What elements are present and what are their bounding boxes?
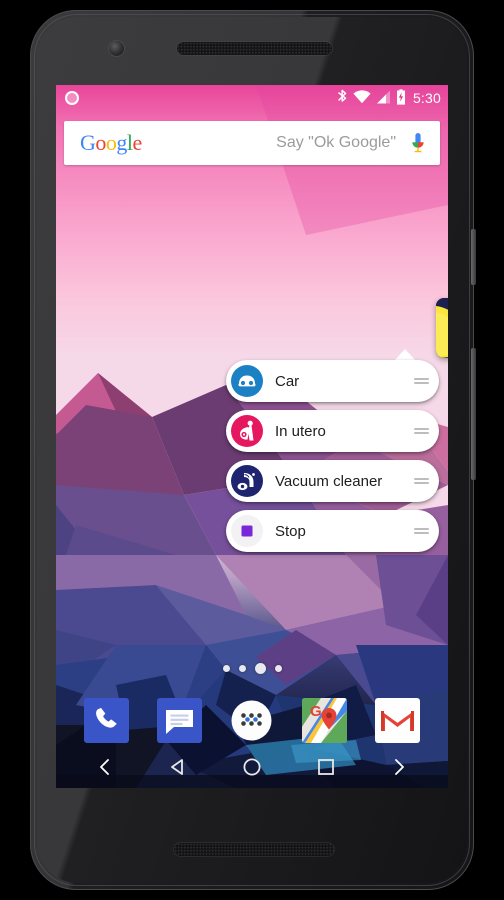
google-logo-letter-6: e <box>132 130 143 155</box>
svg-text:G: G <box>310 703 322 720</box>
microphone-icon[interactable] <box>408 131 428 155</box>
android-nav-bar <box>56 746 448 788</box>
battery-charging-icon <box>396 88 406 108</box>
messages-app-icon[interactable] <box>156 697 203 744</box>
prev-chevron-icon[interactable] <box>84 746 126 788</box>
maps-app-icon[interactable]: G <box>301 697 348 744</box>
front-camera-icon <box>109 41 124 56</box>
google-logo-letter-2: o <box>95 130 106 155</box>
next-chevron-icon[interactable] <box>378 746 420 788</box>
search-input-placeholder[interactable]: Say "Ok Google" <box>276 134 408 152</box>
volume-rocker-button[interactable] <box>471 348 476 480</box>
menu-item-in-utero[interactable]: In utero <box>226 410 439 452</box>
cell-signal-icon <box>376 90 391 107</box>
status-bar: 5:30 <box>56 85 448 111</box>
power-button[interactable] <box>471 229 476 285</box>
google-logo-letter-4: g <box>116 130 127 155</box>
car-icon <box>231 365 263 397</box>
earpiece-speaker-grille <box>177 42 332 55</box>
bottom-speaker-grille <box>174 843 334 856</box>
menu-item-label: Stop <box>275 522 306 540</box>
status-bar-clock: 5:30 <box>412 90 441 106</box>
recents-button-icon[interactable] <box>305 746 347 788</box>
drag-handle-icon[interactable] <box>414 425 429 437</box>
bluetooth-icon <box>337 89 348 108</box>
screenshot-root: 5:30 G o o g l e Say "Ok Google" Car In … <box>0 0 504 900</box>
google-logo: G o o g l e <box>80 132 142 154</box>
menu-item-vacuum-cleaner[interactable]: Vacuum cleaner <box>226 460 439 502</box>
menu-item-label: Car <box>275 372 300 390</box>
vacuum-cleaner-icon <box>231 465 263 497</box>
menu-item-label: Vacuum cleaner <box>275 472 383 490</box>
google-logo-letter-3: o <box>105 130 117 155</box>
pregnant-woman-icon <box>231 415 263 447</box>
page-dot[interactable] <box>238 665 246 672</box>
google-search-bar[interactable]: G o o g l e Say "Ok Google" <box>64 121 440 165</box>
phone-app-icon[interactable] <box>83 697 130 744</box>
status-bar-right: 5:30 <box>337 88 441 108</box>
menu-item-car[interactable]: Car <box>226 360 439 402</box>
wifi-icon <box>353 89 371 107</box>
google-logo-letter-1: G <box>80 130 96 155</box>
drag-handle-icon[interactable] <box>414 375 429 387</box>
drag-handle-icon[interactable] <box>414 525 429 537</box>
baby-monitor-app-icon[interactable] <box>432 294 448 362</box>
page-dot[interactable] <box>274 665 282 672</box>
stop-square-icon <box>231 515 263 547</box>
gmail-app-icon[interactable] <box>374 697 421 744</box>
page-dot[interactable] <box>222 665 230 672</box>
app-shortcut-popup-menu: Car In utero Vacuum cleaner Stop <box>226 349 439 560</box>
back-button-icon[interactable] <box>157 746 199 788</box>
menu-item-stop[interactable]: Stop <box>226 510 439 552</box>
ongoing-recording-icon <box>65 91 79 105</box>
menu-item-label: In utero <box>275 422 326 440</box>
page-indicator <box>56 663 448 674</box>
phone-screen: 5:30 G o o g l e Say "Ok Google" Car In … <box>56 85 448 788</box>
app-drawer-icon[interactable] <box>228 697 275 744</box>
drag-handle-icon[interactable] <box>414 475 429 487</box>
home-dock: G <box>56 693 448 747</box>
home-button-icon[interactable] <box>231 746 273 788</box>
page-dot-active[interactable] <box>254 663 266 674</box>
status-bar-left <box>65 91 79 105</box>
